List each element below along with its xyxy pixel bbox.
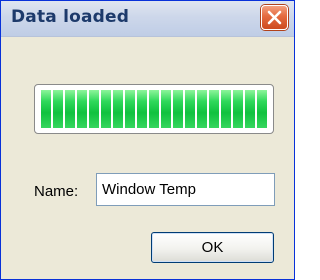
name-input[interactable] <box>96 173 275 206</box>
name-label: Name: <box>34 183 79 200</box>
title-bar[interactable]: Data loaded <box>1 1 294 37</box>
dialog-title: Data loaded <box>11 7 130 27</box>
close-button[interactable] <box>261 5 288 30</box>
close-icon <box>267 10 282 25</box>
progress-fill <box>41 90 267 128</box>
dialog-window: Data loaded Name: OK <box>0 0 295 280</box>
progress-bar <box>34 84 274 134</box>
dialog-content: Name: OK <box>1 37 294 279</box>
progress-track <box>41 90 267 128</box>
ok-button[interactable]: OK <box>151 232 274 263</box>
